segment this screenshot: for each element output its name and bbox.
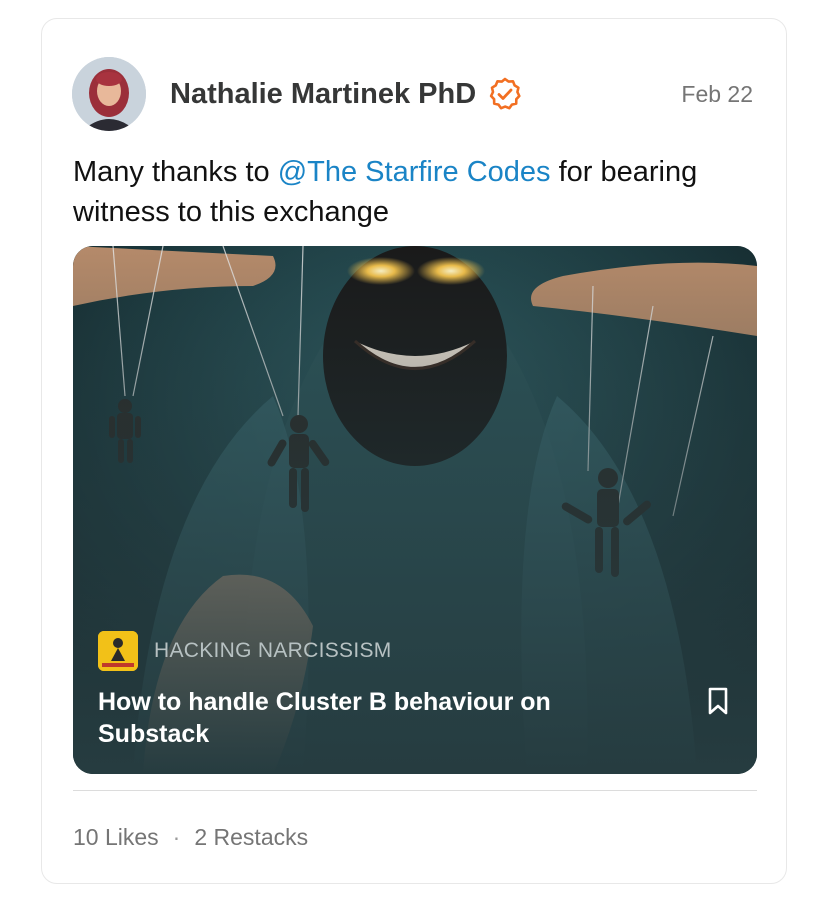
note-header: Nathalie Martinek PhD Feb 22 — [72, 57, 756, 131]
restacks-count[interactable]: 2 Restacks — [194, 824, 308, 851]
note-text-before: Many thanks to — [73, 156, 278, 188]
note-footer: 10 Likes · 2 Restacks — [73, 824, 308, 851]
publication-row: HACKING NARCISSISM — [98, 631, 392, 671]
divider — [73, 790, 757, 791]
note-card: Nathalie Martinek PhD Feb 22 Many thanks… — [41, 18, 787, 884]
author-row: Nathalie Martinek PhD — [170, 77, 522, 111]
likes-count[interactable]: 10 Likes — [73, 824, 159, 851]
author-name[interactable]: Nathalie Martinek PhD — [170, 78, 476, 111]
embedded-post-card[interactable]: HACKING NARCISSISM How to handle Cluster… — [73, 246, 757, 774]
post-title[interactable]: How to handle Cluster B behaviour on Sub… — [98, 686, 618, 750]
publication-logo — [98, 631, 138, 671]
publication-name[interactable]: HACKING NARCISSISM — [154, 639, 392, 663]
mention-link[interactable]: @The Starfire Codes — [278, 156, 551, 188]
bookmark-icon[interactable] — [707, 686, 729, 716]
avatar[interactable] — [72, 57, 146, 131]
footer-separator: · — [172, 824, 181, 850]
verified-badge-icon — [489, 77, 521, 110]
note-body: Many thanks to @The Starfire Codes for b… — [73, 152, 753, 232]
post-date: Feb 22 — [681, 81, 753, 107]
